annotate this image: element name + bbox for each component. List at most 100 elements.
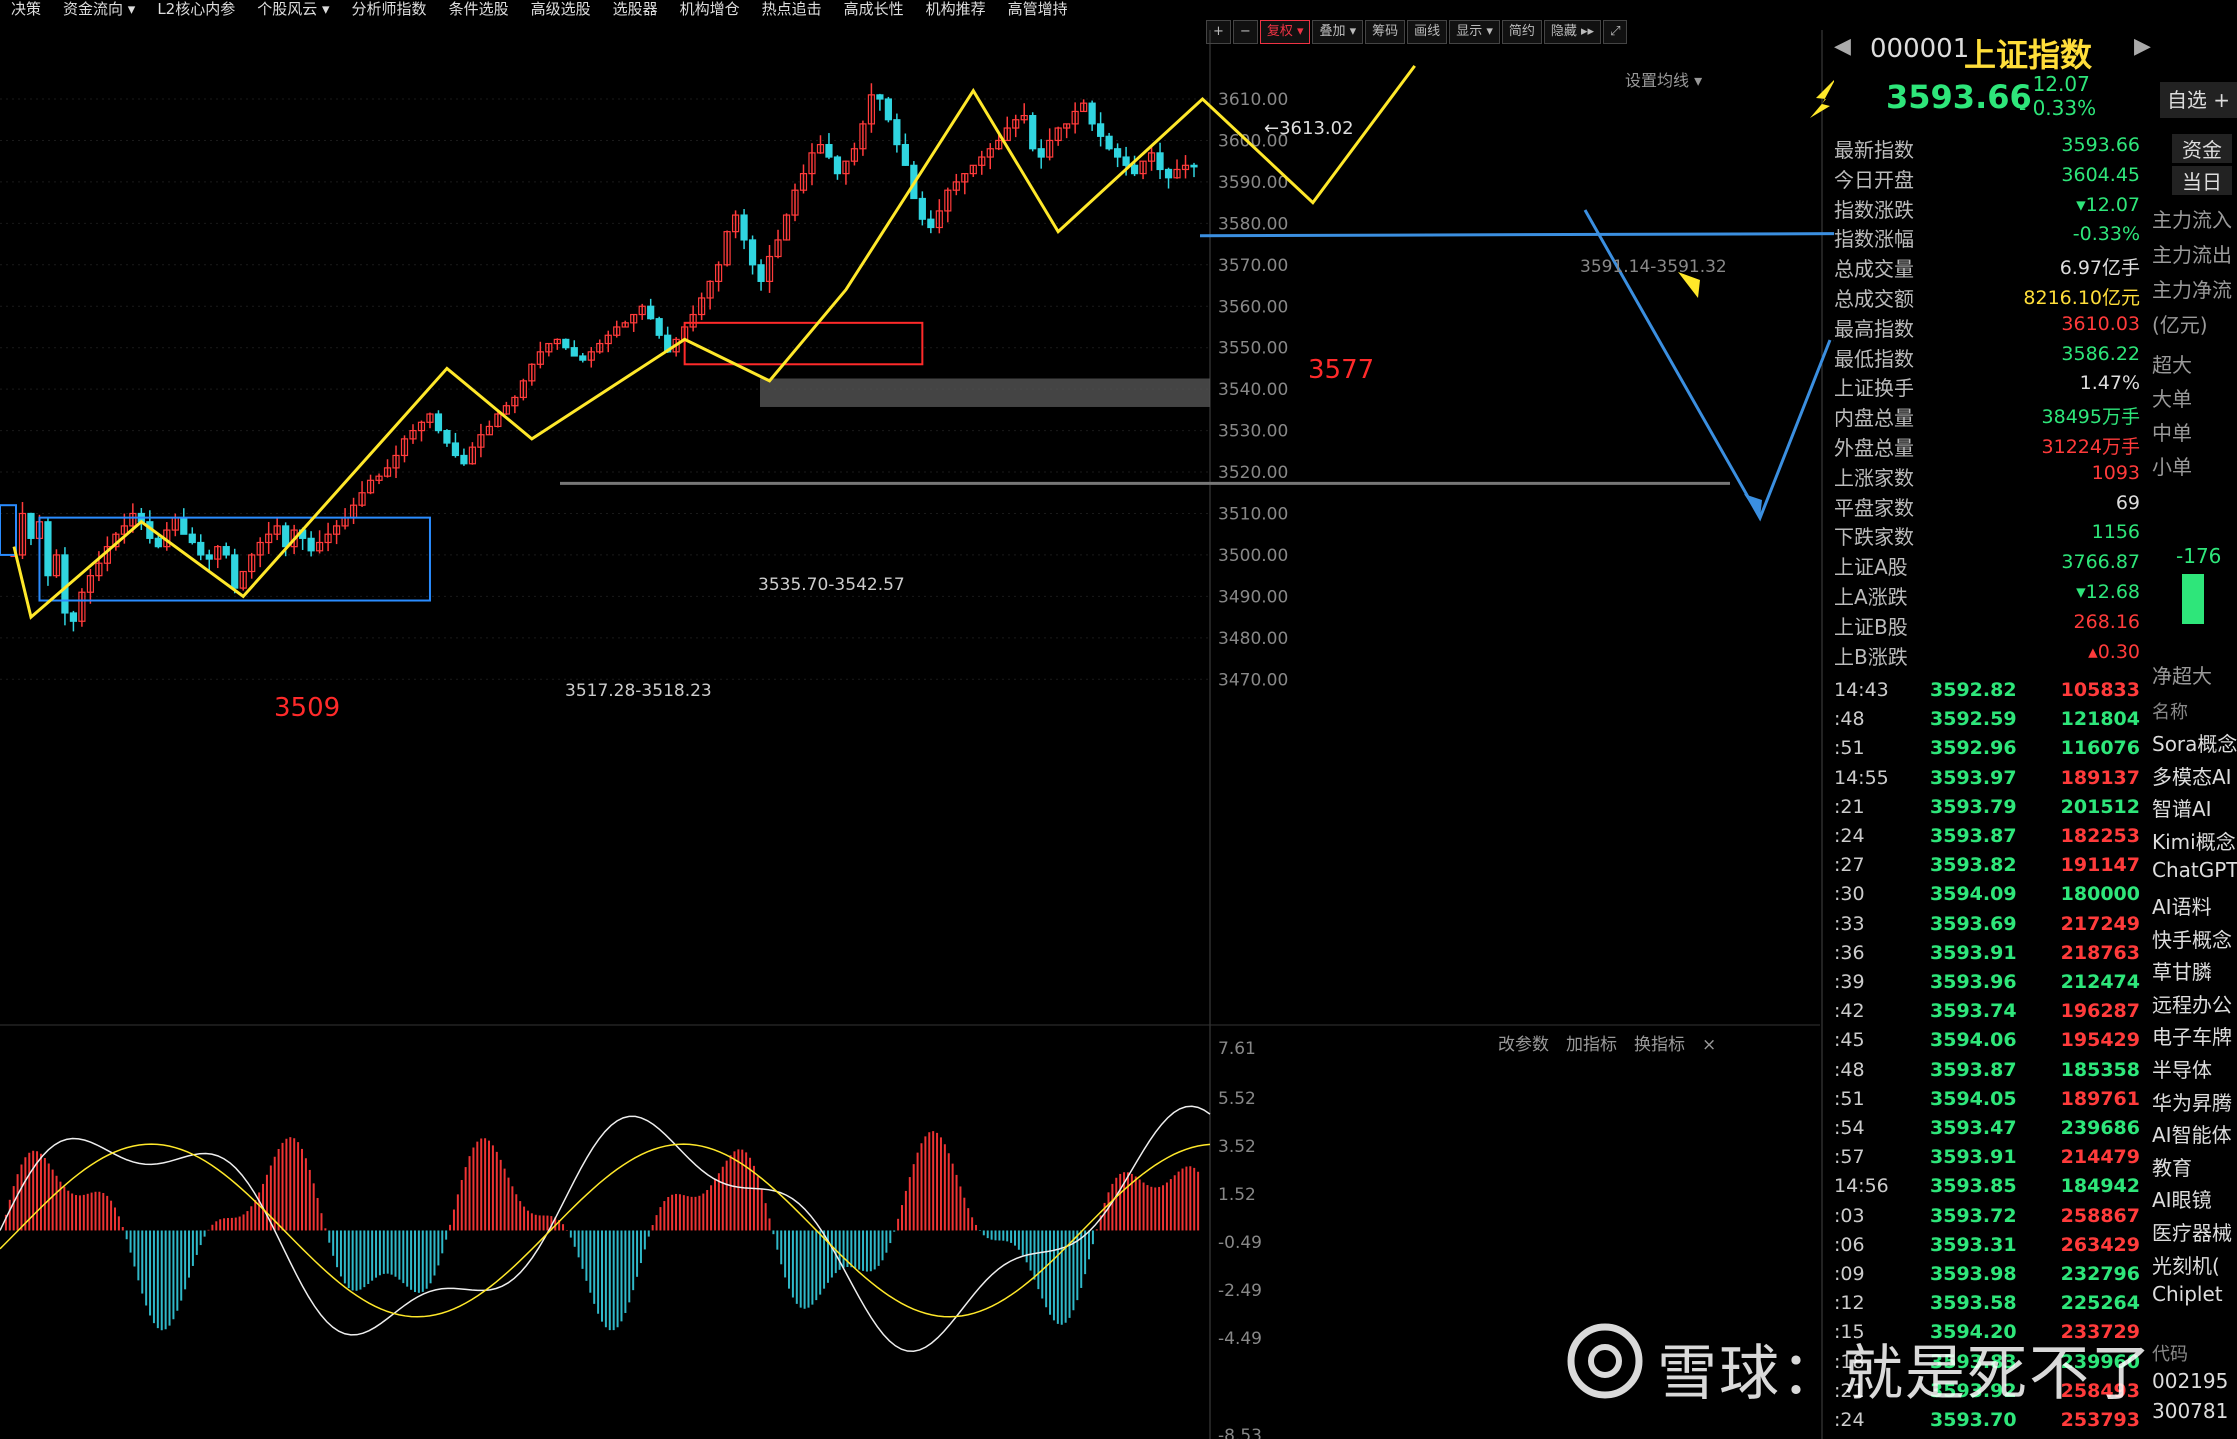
candle-body — [180, 517, 188, 535]
tick-time: :30 — [1834, 883, 1865, 906]
concept-item[interactable]: 多模态AI — [2152, 761, 2237, 790]
candle-body — [825, 144, 833, 158]
code-item[interactable]: 002195 — [2152, 1369, 2237, 1393]
concept-item[interactable]: Chiplet — [2152, 1282, 2237, 1306]
candle-body — [562, 338, 570, 349]
tick-price: 3593.74 — [1930, 1000, 2017, 1023]
quote-label: 上证换手 — [1834, 376, 1914, 401]
stock-change: - 12.07 — [2019, 72, 2090, 96]
candle-body — [434, 413, 443, 432]
annotation-mid: 3509 — [274, 693, 340, 723]
indicator-control-3[interactable]: × — [1702, 1035, 1716, 1055]
tick-volume: 195429 — [2060, 1029, 2140, 1052]
concept-item[interactable]: Sora概念 — [2152, 728, 2237, 757]
tick-price: 3594.06 — [1930, 1029, 2017, 1052]
concept-item[interactable]: 电子车牌 — [2152, 1021, 2237, 1050]
candle-body — [1156, 152, 1164, 171]
candle-body — [655, 318, 663, 336]
tick-price: 3593.91 — [1930, 941, 2017, 964]
tick-volume: 263429 — [2060, 1233, 2140, 1256]
quote-value: 8216.10亿元 — [2023, 287, 2140, 309]
candle-body — [833, 156, 842, 175]
support-line-3577 — [1199, 232, 1834, 238]
tick-time: :33 — [1834, 912, 1865, 935]
indicator-control-2[interactable]: 换指标 — [1634, 1035, 1685, 1055]
tick-price: 3593.47 — [1930, 1117, 2017, 1139]
concept-item[interactable]: 快手概念 — [2152, 924, 2237, 953]
quote-label: 平盘家数 — [1834, 495, 1914, 520]
annotation-right: 3591.14-3591.32 — [1580, 257, 1727, 277]
tick-price: 3593.69 — [1930, 912, 2017, 935]
candle-body — [1122, 156, 1130, 166]
concept-item[interactable]: ChatGPT — [2152, 858, 2237, 882]
concept-item[interactable]: Kimi概念 — [2152, 826, 2237, 855]
code-item[interactable]: 300781 — [2152, 1399, 2237, 1423]
tick-time: :09 — [1834, 1263, 1865, 1285]
tick-volume: 212474 — [2060, 971, 2140, 993]
concept-item[interactable]: 半导体 — [2152, 1054, 2237, 1083]
settings-ma-label[interactable]: 设置均线 ▾ — [1625, 71, 1702, 90]
tick-volume: 217249 — [2060, 912, 2140, 935]
concept-item[interactable]: AI眼镜 — [2152, 1184, 2237, 1213]
tick-time: :48 — [1834, 1058, 1865, 1081]
quote-value: -0.33% — [2072, 223, 2140, 246]
candle-body — [1190, 164, 1198, 168]
concept-item[interactable]: 华为昇腾 — [2152, 1087, 2237, 1116]
tick-price: 3593.58 — [1930, 1292, 2017, 1315]
tick-volume: 121804 — [2060, 708, 2140, 731]
quote-label: 总成交额 — [1834, 287, 1914, 311]
candle-body — [748, 239, 757, 266]
indicator-control-1[interactable]: 加指标 — [1566, 1035, 1617, 1055]
tick-price: 3593.85 — [1930, 1175, 2017, 1198]
quote-label: 外盘总量 — [1834, 436, 1914, 460]
quote-label: 总成交量 — [1834, 257, 1914, 282]
candle-body — [307, 537, 315, 552]
quote-value: 69 — [2115, 491, 2140, 514]
candle-body — [222, 546, 230, 556]
yellow-zigzag-line — [12, 64, 1416, 620]
prev-stock-icon[interactable]: ◀ — [1834, 34, 1851, 59]
tick-volume: 184942 — [2060, 1175, 2140, 1198]
concept-item[interactable]: 教育 — [2152, 1152, 2237, 1181]
side-tab-0[interactable]: 资金 — [2172, 134, 2232, 163]
candle-body — [570, 347, 578, 357]
tick-volume: 218763 — [2060, 941, 2140, 964]
tick-time: :42 — [1834, 1000, 1865, 1023]
candle-body — [231, 554, 239, 589]
next-stock-icon[interactable]: ▶ — [2134, 34, 2151, 59]
support-zone-band — [760, 378, 1210, 407]
concept-item[interactable]: 医疗器械 — [2152, 1217, 2237, 1246]
tick-time: :36 — [1834, 941, 1865, 964]
quote-label: 上涨家数 — [1834, 465, 1914, 490]
app-root: 决策 资金流向 ▾ L2核心内参 个股风云 ▾ 分析师指数 条件选股 高级选股 选股器 机构增仓… — [0, 0, 2237, 1439]
concept-item[interactable]: 智谱AI — [2152, 793, 2237, 822]
kline-chart[interactable]: 3470.00 3480.00 3490.00 3500.00 3510.00 3520.… — [0, 0, 1834, 1439]
watchlist-button[interactable]: 自选 + — [2160, 82, 2237, 118]
candle-body — [1037, 148, 1045, 158]
concept-item[interactable]: 草甘膦 — [2152, 956, 2237, 985]
blue-arrow-head — [1744, 494, 1762, 518]
tick-volume: 185358 — [2060, 1058, 2140, 1081]
candle-body — [757, 264, 765, 282]
tick-volume: 189761 — [2060, 1087, 2140, 1110]
macd-y-tick-label: 5.52 — [1218, 1089, 1256, 1109]
tick-time: :21 — [1834, 795, 1865, 818]
size-label: 中单 — [2152, 421, 2192, 445]
xueqiu-logo-icon — [1567, 1323, 1643, 1399]
candle-body — [893, 119, 901, 146]
code-header: 代码 — [2152, 1344, 2188, 1365]
tick-time: :03 — [1834, 1204, 1865, 1227]
tick-time: 14:43 — [1834, 679, 1889, 701]
side-tab-1[interactable]: 当日 — [2172, 166, 2232, 195]
macd-y-tick-label: -2.49 — [1218, 1281, 1262, 1301]
concept-item[interactable]: AI语料 — [2152, 891, 2237, 920]
concept-item[interactable]: 光刻机( — [2152, 1250, 2237, 1279]
quote-value: 3586.22 — [2061, 342, 2140, 365]
concept-item[interactable]: 远程办公 — [2152, 989, 2237, 1018]
concept-item[interactable]: AI智能体 — [2152, 1119, 2237, 1148]
y-tick-label: 3550.00 — [1218, 339, 1288, 359]
annotation-zone1: 3535.70-3542.57 — [758, 575, 905, 595]
quote-label: 最低指数 — [1834, 346, 1914, 371]
quote-value: 31224万手 — [2041, 436, 2140, 458]
indicator-control-0[interactable]: 改参数 — [1498, 1035, 1549, 1055]
